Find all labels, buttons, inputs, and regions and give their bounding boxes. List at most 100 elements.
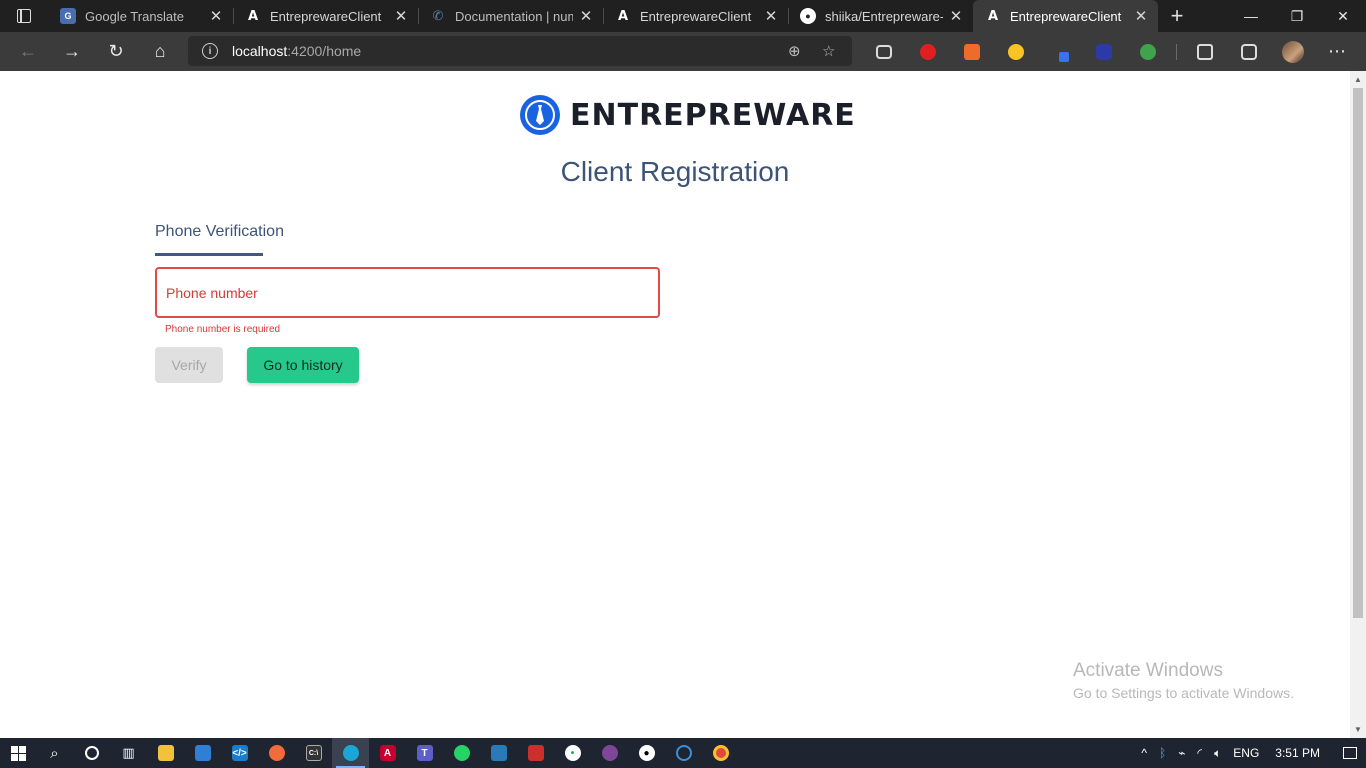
- browser-tab[interactable]: ● shiika/Entrepreware-ta ✕: [788, 0, 973, 32]
- extension-icon[interactable]: [1082, 32, 1126, 71]
- angular-icon: A: [247, 8, 259, 24]
- mail-icon[interactable]: [184, 738, 221, 768]
- brand-wordmark: ENTREPREWARE: [570, 97, 856, 133]
- address-url: localhost:4200/home: [232, 43, 361, 59]
- language-indicator[interactable]: ENG: [1227, 746, 1265, 760]
- close-icon[interactable]: ✕: [579, 7, 593, 25]
- github-icon[interactable]: ●: [628, 738, 665, 768]
- verify-button[interactable]: Verify: [155, 347, 223, 383]
- vscode-icon[interactable]: </>: [221, 738, 258, 768]
- browser-toolbar: ← → ↻ ⌂ i localhost:4200/home ⊕ ☆ ⋯: [0, 32, 1366, 71]
- ssms-icon[interactable]: [480, 738, 517, 768]
- adblock-icon[interactable]: [906, 32, 950, 71]
- extension-icon[interactable]: [1126, 32, 1170, 71]
- google-translate-icon: G: [60, 8, 76, 24]
- add-favorite-icon[interactable]: ☆: [822, 42, 835, 60]
- scroll-down-icon[interactable]: ▼: [1354, 725, 1362, 734]
- browser-tab[interactable]: A EntreprewareClient ✕: [603, 0, 788, 32]
- tor-icon[interactable]: [591, 738, 628, 768]
- browser-tab[interactable]: ✆ Documentation | num ✕: [418, 0, 603, 32]
- windows-icon: [10, 745, 26, 761]
- home-button[interactable]: ⌂: [138, 32, 182, 71]
- zoom-icon[interactable]: ⊕: [788, 42, 801, 60]
- new-tab-button[interactable]: +: [1158, 0, 1196, 32]
- url-path: :4200/home: [287, 43, 362, 59]
- tab-title: EntreprewareClient: [1010, 8, 1122, 24]
- pocket-icon[interactable]: [862, 32, 906, 71]
- extensions-bar: ⋯: [862, 32, 1359, 71]
- tab-title: Google Translate: [85, 8, 185, 24]
- window-controls: — ❐ ✕: [1228, 0, 1366, 32]
- brand-logo: ENTREPREWARE: [520, 95, 856, 135]
- tie-icon: [520, 95, 560, 135]
- tab-phone-verification[interactable]: Phone Verification: [155, 223, 284, 241]
- clock[interactable]: 3:51 PM: [1265, 746, 1334, 760]
- phone-icon: ✆: [432, 8, 444, 23]
- go-to-history-button[interactable]: Go to history: [247, 347, 359, 383]
- teams-icon[interactable]: T: [406, 738, 443, 768]
- windows-taskbar: ⌕ ▥ </> C:\ A T • ● ^ ᛒ ⌁ ◜ 🔈︎ ENG 3:51 …: [0, 738, 1366, 768]
- tab-title: EntreprewareClient: [270, 8, 382, 24]
- scroll-up-icon[interactable]: ▲: [1354, 75, 1362, 84]
- notifications-icon[interactable]: [1334, 747, 1366, 759]
- search-icon[interactable]: ⌕: [36, 738, 73, 768]
- volume-icon[interactable]: 🔈︎: [1208, 746, 1227, 761]
- url-host: localhost: [232, 43, 288, 59]
- close-icon[interactable]: ✕: [764, 7, 778, 25]
- close-window-button[interactable]: ✕: [1320, 0, 1366, 32]
- wifi-app-icon[interactable]: [665, 738, 702, 768]
- feedback-icon[interactable]: [1227, 32, 1271, 71]
- postman-icon[interactable]: [258, 738, 295, 768]
- extension-icon[interactable]: [1038, 32, 1082, 71]
- address-bar[interactable]: i localhost:4200/home ⊕ ☆: [188, 36, 852, 66]
- file-explorer-icon[interactable]: [147, 738, 184, 768]
- tab-actions-button[interactable]: [0, 0, 48, 32]
- tab-title: EntreprewareClient: [640, 8, 752, 24]
- terminal-icon[interactable]: C:\: [295, 738, 332, 768]
- back-button[interactable]: ←: [6, 32, 50, 71]
- minimize-button[interactable]: —: [1228, 0, 1274, 32]
- browser-tab-active[interactable]: A EntreprewareClient ✕: [973, 0, 1158, 32]
- browser-tab[interactable]: A EntreprewareClient ✕: [233, 0, 418, 32]
- profile-avatar[interactable]: [1271, 32, 1315, 71]
- phone-number-field[interactable]: [155, 267, 660, 318]
- tab-title: Documentation | num: [455, 8, 573, 24]
- browser-tab-strip: G Google Translate ✕ A EntreprewareClien…: [0, 0, 1366, 32]
- power-icon[interactable]: ⌁: [1172, 746, 1191, 760]
- system-tray: ^ ᛒ ⌁ ◜ 🔈︎ ENG 3:51 PM: [1135, 738, 1366, 768]
- restore-button[interactable]: ❐: [1274, 0, 1320, 32]
- page-scrollbar[interactable]: ▲ ▼: [1350, 71, 1366, 738]
- whatsapp-icon[interactable]: [443, 738, 480, 768]
- shield-icon[interactable]: [517, 738, 554, 768]
- tab-title: shiika/Entrepreware-ta: [825, 8, 943, 24]
- collections-icon[interactable]: [1183, 32, 1227, 71]
- extension-icon[interactable]: [950, 32, 994, 71]
- site-info-icon[interactable]: i: [202, 43, 218, 59]
- bluetooth-icon[interactable]: ᛒ: [1153, 746, 1172, 760]
- forward-button[interactable]: →: [50, 32, 94, 71]
- chevron-up-icon[interactable]: ^: [1135, 746, 1153, 760]
- avatar: [1282, 40, 1304, 63]
- more-options-icon[interactable]: ⋯: [1315, 32, 1359, 71]
- close-icon[interactable]: ✕: [394, 7, 408, 25]
- edge-icon[interactable]: [332, 738, 369, 768]
- cortana-icon[interactable]: [73, 738, 110, 768]
- active-tab-indicator: [155, 253, 263, 256]
- close-icon[interactable]: ✕: [949, 7, 963, 25]
- chrome-icon[interactable]: [702, 738, 739, 768]
- phone-number-input[interactable]: [157, 269, 658, 316]
- mongodb-icon[interactable]: •: [554, 738, 591, 768]
- close-icon[interactable]: ✕: [209, 7, 223, 25]
- browser-tab[interactable]: G Google Translate ✕: [48, 0, 233, 32]
- task-view-icon[interactable]: ▥: [110, 738, 147, 768]
- refresh-button[interactable]: ↻: [94, 32, 138, 71]
- start-button[interactable]: [0, 738, 36, 768]
- watermark-title: Activate Windows: [1073, 660, 1223, 681]
- angular-icon[interactable]: A: [369, 738, 406, 768]
- activate-windows-watermark: Activate Windows Go to Settings to activ…: [1073, 660, 1294, 701]
- scrollbar-thumb[interactable]: [1353, 88, 1363, 618]
- wifi-icon[interactable]: ◜: [1191, 746, 1208, 760]
- extension-icon[interactable]: [994, 32, 1038, 71]
- phone-error-message: Phone number is required: [165, 324, 281, 335]
- close-icon[interactable]: ✕: [1134, 7, 1148, 25]
